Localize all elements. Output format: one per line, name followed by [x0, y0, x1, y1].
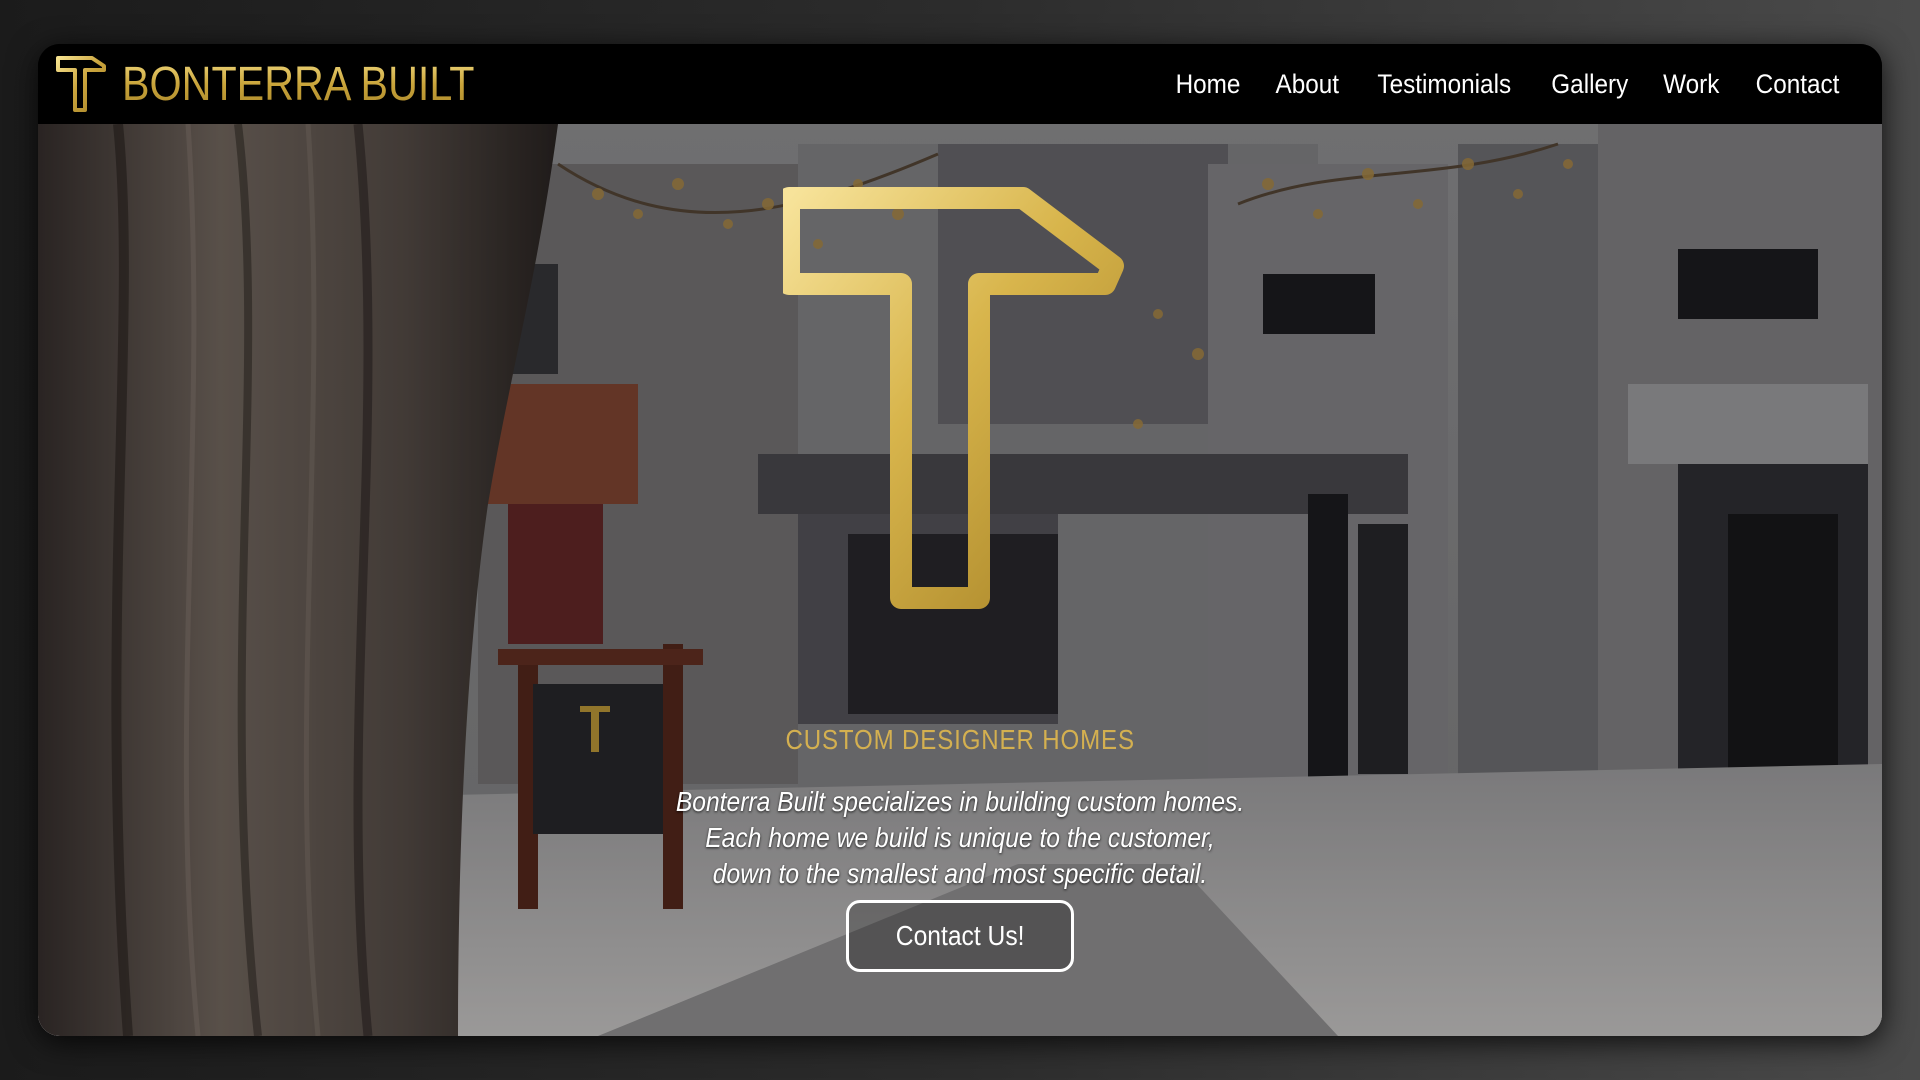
nav-gallery[interactable]: Gallery [1539, 69, 1641, 100]
nav-about[interactable]: About [1263, 69, 1352, 100]
hero-subtitle: CUSTOM DESIGNER HOMES [785, 724, 1135, 755]
main-nav: Home About Testimonials Gallery Work Con… [1158, 69, 1858, 100]
hero-section: BONTERRA BUILT CUSTOM DESIGNER HOMES Bon… [38, 124, 1882, 1036]
hero-description-line: down to the smallest and most specific d… [712, 858, 1208, 889]
contact-us-button[interactable]: Contact Us! [846, 900, 1074, 972]
nav-testimonials[interactable]: Testimonials [1365, 69, 1524, 100]
brand-name: BONTERRA BUILT [122, 57, 475, 111]
hero-description-line: Each home we build is unique to the cust… [705, 822, 1215, 853]
nav-home[interactable]: Home [1163, 69, 1253, 100]
hammer-t-logo-icon [56, 56, 106, 112]
hammer-t-logo-icon [783, 187, 1124, 609]
hero-description-line: Bonterra Built specializes in building c… [675, 786, 1245, 817]
nav-contact[interactable]: Contact [1743, 69, 1852, 100]
hero-title: BONTERRA BUILT [38, 654, 1882, 714]
browser-frame: BONTERRA BUILT Home About Testimonials G… [38, 44, 1882, 1036]
brand[interactable]: BONTERRA BUILT [54, 52, 532, 116]
navbar: BONTERRA BUILT Home About Testimonials G… [38, 44, 1882, 124]
hero-description: Bonterra Built specializes in building c… [38, 784, 1882, 892]
nav-work[interactable]: Work [1651, 69, 1732, 100]
